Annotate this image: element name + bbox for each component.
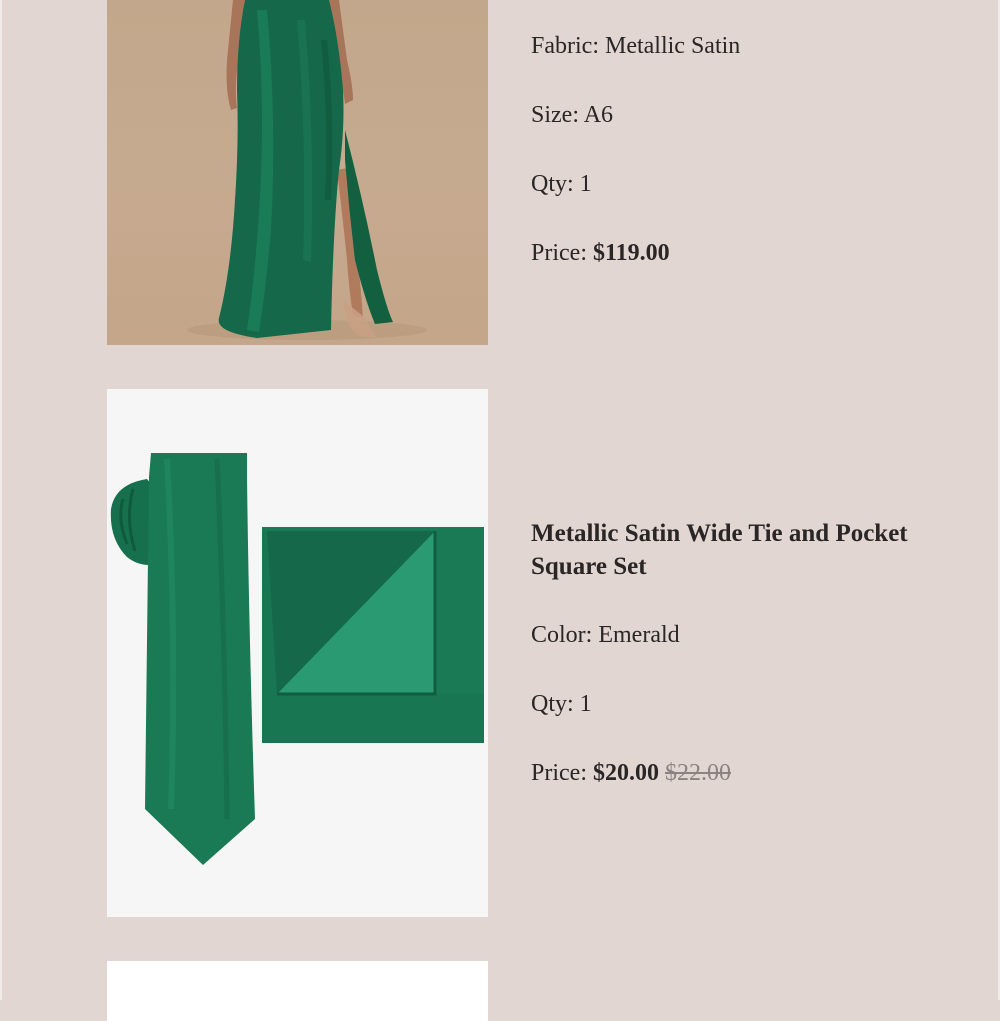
dress-illustration — [187, 0, 427, 340]
item2-color: Color: Emerald — [531, 619, 680, 652]
price-label: Price: — [531, 760, 587, 786]
color-value: Emerald — [598, 622, 680, 648]
size-value: A6 — [583, 102, 614, 128]
qty-label: Qty: — [531, 691, 574, 717]
left-edge — [0, 0, 2, 1000]
third-product-image[interactable] — [107, 961, 488, 1021]
qty-label: Qty: — [531, 171, 574, 197]
price-label: Price: — [531, 240, 587, 266]
fabric-label: Fabric: — [531, 33, 599, 59]
item2-price: Price: $20.00 $22.00 — [531, 757, 731, 790]
item1-qty: Qty: 1 — [531, 168, 592, 201]
original-price: $22.00 — [664, 760, 731, 786]
sale-price: $20.00 — [592, 760, 659, 786]
fabric-value: Metallic Satin — [604, 33, 741, 59]
item1-size: Size: A6 — [531, 99, 613, 132]
color-label: Color: — [531, 622, 593, 648]
item1-price: Price: $119.00 — [531, 237, 670, 270]
price-value: $119.00 — [592, 240, 670, 266]
item1-fabric: Fabric: Metallic Satin — [531, 30, 740, 63]
tie-set-product-image[interactable] — [107, 389, 488, 917]
qty-value: 1 — [579, 171, 592, 197]
size-label: Size: — [531, 102, 579, 128]
dress-product-image[interactable] — [107, 0, 488, 345]
tie-and-pocket-square-illustration — [110, 453, 484, 865]
item2-qty: Qty: 1 — [531, 688, 592, 721]
qty-value: 1 — [579, 691, 592, 717]
item2-title[interactable]: Metallic Satin Wide Tie and Pocket Squar… — [531, 517, 951, 583]
